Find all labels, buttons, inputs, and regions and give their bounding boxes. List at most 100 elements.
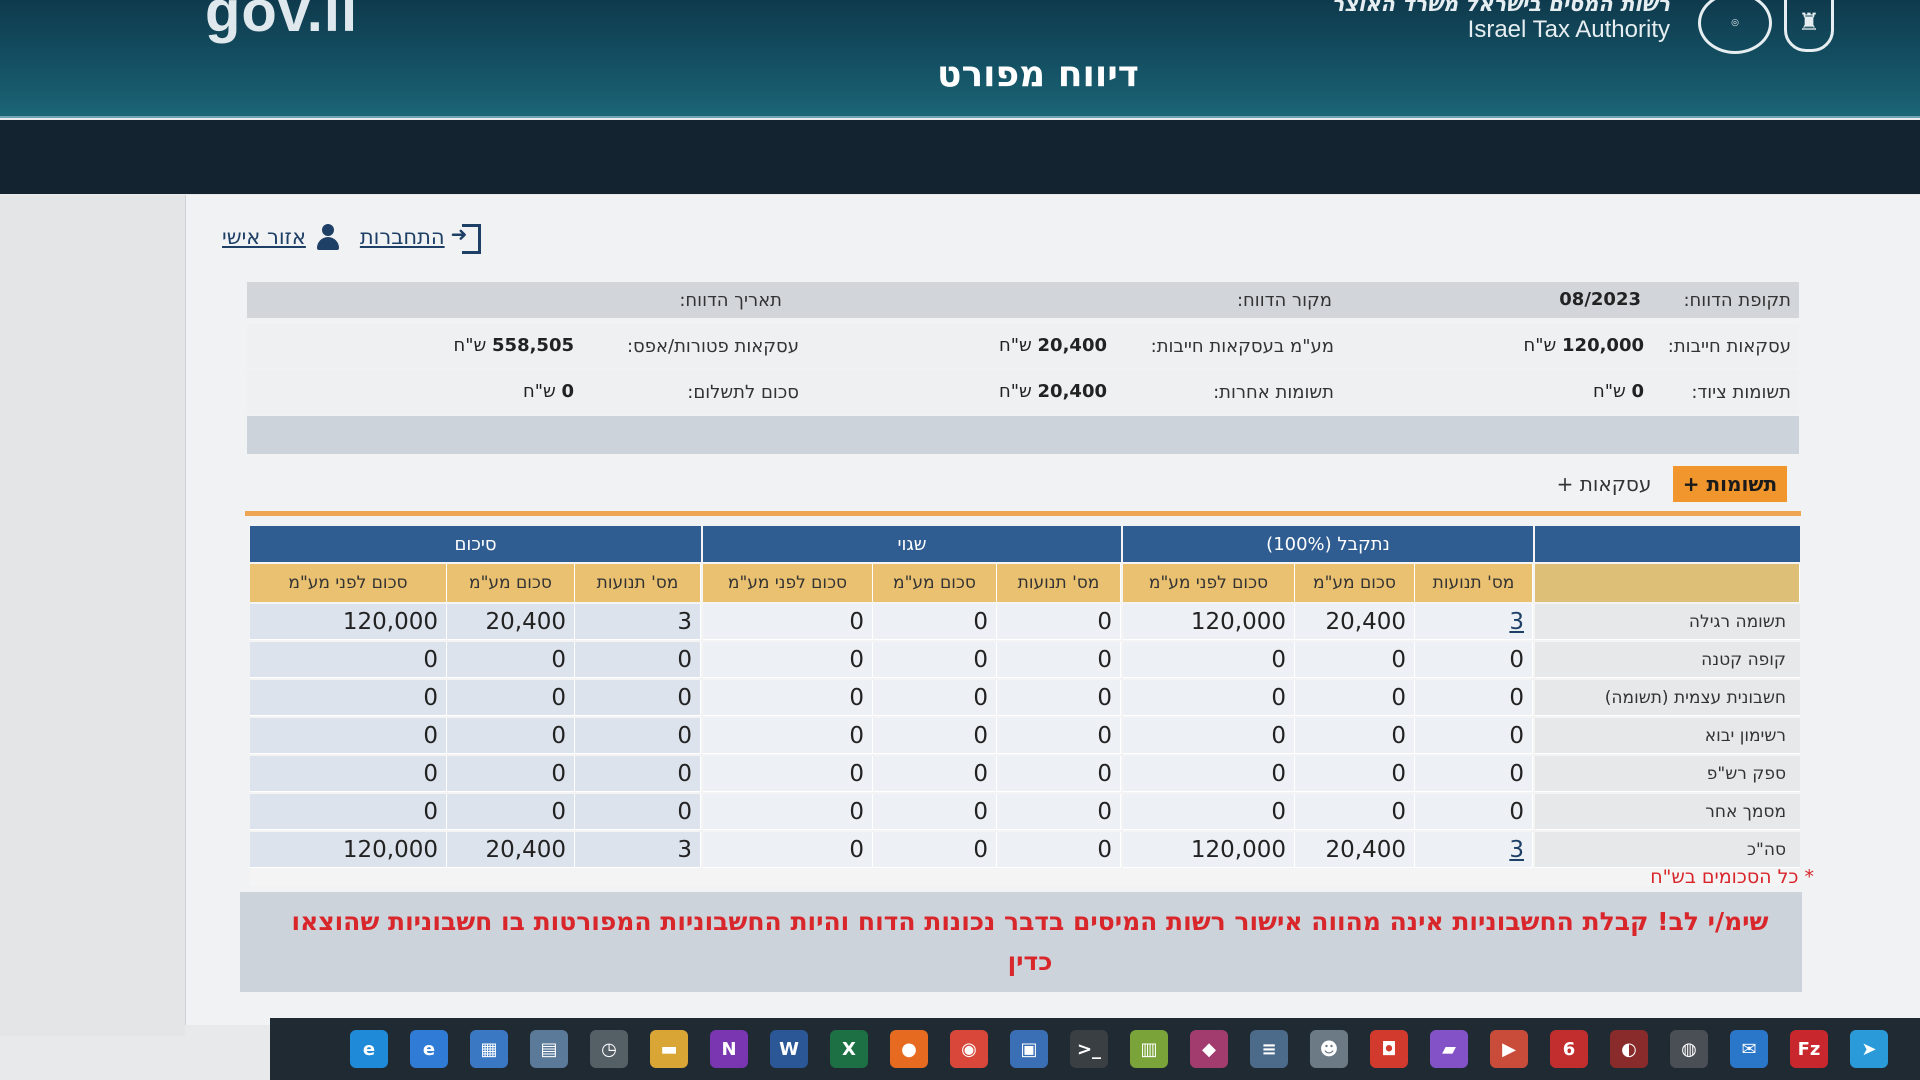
err-count-header: מס' תנועות bbox=[997, 564, 1121, 602]
cell-acc-pre: 120,000 bbox=[1123, 604, 1295, 640]
vat-on-taxable-value: 20,400 ש"ח bbox=[999, 335, 1107, 356]
cell-acc-vat: 0 bbox=[1295, 794, 1415, 830]
onenote-icon[interactable]: N bbox=[710, 1030, 748, 1068]
tab-transactions[interactable]: עסקאות + bbox=[1548, 466, 1660, 502]
mail-icon[interactable]: ✉ bbox=[1730, 1030, 1768, 1068]
amount-to-pay-value: 0 ש"ח bbox=[522, 381, 574, 402]
excel-icon[interactable]: X bbox=[830, 1030, 868, 1068]
cell-err-count: 0 bbox=[997, 604, 1121, 640]
cell-sum-vat: 20,400 bbox=[447, 604, 575, 640]
edge-icon[interactable]: e bbox=[350, 1030, 388, 1068]
cell-sum-pre: 0 bbox=[250, 756, 447, 792]
cell-sum-pre: 0 bbox=[250, 718, 447, 754]
cell-err-pre: 0 bbox=[703, 756, 873, 792]
cell-err-count: 0 bbox=[997, 680, 1121, 716]
folder-icon[interactable]: ▬ bbox=[650, 1030, 688, 1068]
clock-icon[interactable]: ◷ bbox=[590, 1030, 628, 1068]
group-header-error: שגוי bbox=[703, 526, 1121, 562]
row-label: מסמך אחר bbox=[1535, 794, 1800, 830]
filezilla-icon[interactable]: Fz bbox=[1790, 1030, 1828, 1068]
discord-icon[interactable]: ☻ bbox=[1310, 1030, 1348, 1068]
cell-err-vat: 0 bbox=[873, 604, 997, 640]
other-inputs-value: 20,400 ש"ח bbox=[999, 381, 1107, 402]
cell-sum-count: 3 bbox=[575, 604, 701, 640]
calendar-icon[interactable]: ▣ bbox=[1010, 1030, 1048, 1068]
user-links: התחברות אזור אישי bbox=[222, 222, 483, 254]
cell-acc-count[interactable]: 3 bbox=[1415, 832, 1533, 868]
cell-sum-count: 3 bbox=[575, 832, 701, 868]
cell-err-pre: 0 bbox=[703, 794, 873, 830]
personal-area-label: אזור אישי bbox=[222, 225, 306, 249]
cell-acc-vat: 0 bbox=[1295, 680, 1415, 716]
cell-sum-pre: 0 bbox=[250, 794, 447, 830]
login-label: התחברות bbox=[359, 225, 445, 249]
cell-sum-count: 0 bbox=[575, 642, 701, 678]
cell-err-vat: 0 bbox=[873, 642, 997, 678]
chrome-icon[interactable]: ◉ bbox=[950, 1030, 988, 1068]
store-icon[interactable]: ▦ bbox=[470, 1030, 508, 1068]
inputs-table: נתקבל (100%) שגוי סיכום מס' תנועות סכום … bbox=[250, 526, 1800, 886]
cell-acc-pre: 0 bbox=[1123, 718, 1295, 754]
database-icon[interactable]: ≡ bbox=[1250, 1030, 1288, 1068]
cell-acc-vat: 0 bbox=[1295, 756, 1415, 792]
cell-acc-vat: 0 bbox=[1295, 718, 1415, 754]
media-icon[interactable]: ▶ bbox=[1490, 1030, 1528, 1068]
row-label: חשבונית עצמית (תשומה) bbox=[1535, 680, 1800, 716]
cell-acc-count: 0 bbox=[1415, 794, 1533, 830]
page-title: דיווח מפורט bbox=[937, 54, 1139, 95]
cell-acc-count[interactable]: 3 bbox=[1415, 604, 1533, 640]
err-pre-header: סכום לפני מע"מ bbox=[703, 564, 873, 602]
equipment-inputs-label: תשומות ציוד: bbox=[1691, 382, 1791, 403]
site-header: gov.il רשות המסים בישראל משרד האוצר Isra… bbox=[0, 0, 1920, 118]
personal-area-link[interactable]: אזור אישי bbox=[222, 222, 342, 252]
row-label: סה"כ bbox=[1535, 832, 1800, 868]
cell-err-count: 0 bbox=[997, 642, 1121, 678]
ie-icon[interactable]: e bbox=[410, 1030, 448, 1068]
cell-err-count: 0 bbox=[997, 832, 1121, 868]
report-info: תקופת הדווח: 08/2023 מקור הדווח: תאריך ה… bbox=[247, 282, 1799, 454]
other-inputs-label: תשומות אחרות: bbox=[1213, 382, 1334, 403]
cell-err-count: 0 bbox=[997, 756, 1121, 792]
app-icon[interactable]: ◆ bbox=[1190, 1030, 1228, 1068]
row-label: רשימון יבוא bbox=[1535, 718, 1800, 754]
cell-err-vat: 0 bbox=[873, 680, 997, 716]
cell-acc-vat: 0 bbox=[1295, 642, 1415, 678]
cell-err-count: 0 bbox=[997, 794, 1121, 830]
report-source-label: מקור הדווח: bbox=[1236, 290, 1332, 311]
equipment-inputs-value: 0 ש"ח bbox=[1592, 381, 1644, 402]
tab-inputs[interactable]: תשומות + bbox=[1673, 466, 1787, 502]
gov-logo[interactable]: gov.il bbox=[205, 0, 358, 45]
cell-acc-pre: 0 bbox=[1123, 794, 1295, 830]
vs-icon[interactable]: ▰ bbox=[1430, 1030, 1468, 1068]
info-row: תקופת הדווח: 08/2023 מקור הדווח: תאריך ה… bbox=[247, 282, 1799, 318]
firefox-icon[interactable]: ● bbox=[890, 1030, 928, 1068]
record-icon[interactable]: ◐ bbox=[1610, 1030, 1648, 1068]
cell-err-pre: 0 bbox=[703, 832, 873, 868]
authority-name-en: Israel Tax Authority bbox=[1467, 16, 1670, 43]
cell-err-vat: 0 bbox=[873, 832, 997, 868]
cell-acc-count: 0 bbox=[1415, 718, 1533, 754]
cell-sum-vat: 0 bbox=[447, 794, 575, 830]
row-label: ספק רש"פ bbox=[1535, 756, 1800, 792]
anydesk-icon[interactable]: ◘ bbox=[1370, 1030, 1408, 1068]
cell-err-pre: 0 bbox=[703, 642, 873, 678]
word-icon[interactable]: W bbox=[770, 1030, 808, 1068]
cell-err-pre: 0 bbox=[703, 680, 873, 716]
login-icon bbox=[451, 222, 483, 254]
cell-acc-vat: 20,400 bbox=[1295, 832, 1415, 868]
obs-icon[interactable]: ◍ bbox=[1670, 1030, 1708, 1068]
pdf-icon[interactable]: 6 bbox=[1550, 1030, 1588, 1068]
cell-acc-count: 0 bbox=[1415, 756, 1533, 792]
cell-err-vat: 0 bbox=[873, 718, 997, 754]
cell-sum-vat: 20,400 bbox=[447, 832, 575, 868]
acc-count-header: מס' תנועות bbox=[1415, 564, 1533, 602]
info-row: תשומות ציוד: 0 ש"ח תשומות אחרות: 20,400 … bbox=[247, 370, 1799, 414]
notepad-icon[interactable]: ▥ bbox=[1130, 1030, 1168, 1068]
telegram-icon[interactable]: ➤ bbox=[1850, 1030, 1888, 1068]
files-icon[interactable]: ▤ bbox=[530, 1030, 568, 1068]
login-link[interactable]: התחברות bbox=[359, 222, 483, 254]
terminal-icon[interactable]: >_ bbox=[1070, 1030, 1108, 1068]
cell-sum-vat: 0 bbox=[447, 642, 575, 678]
nav-bar bbox=[0, 120, 1920, 194]
cell-acc-pre: 0 bbox=[1123, 756, 1295, 792]
